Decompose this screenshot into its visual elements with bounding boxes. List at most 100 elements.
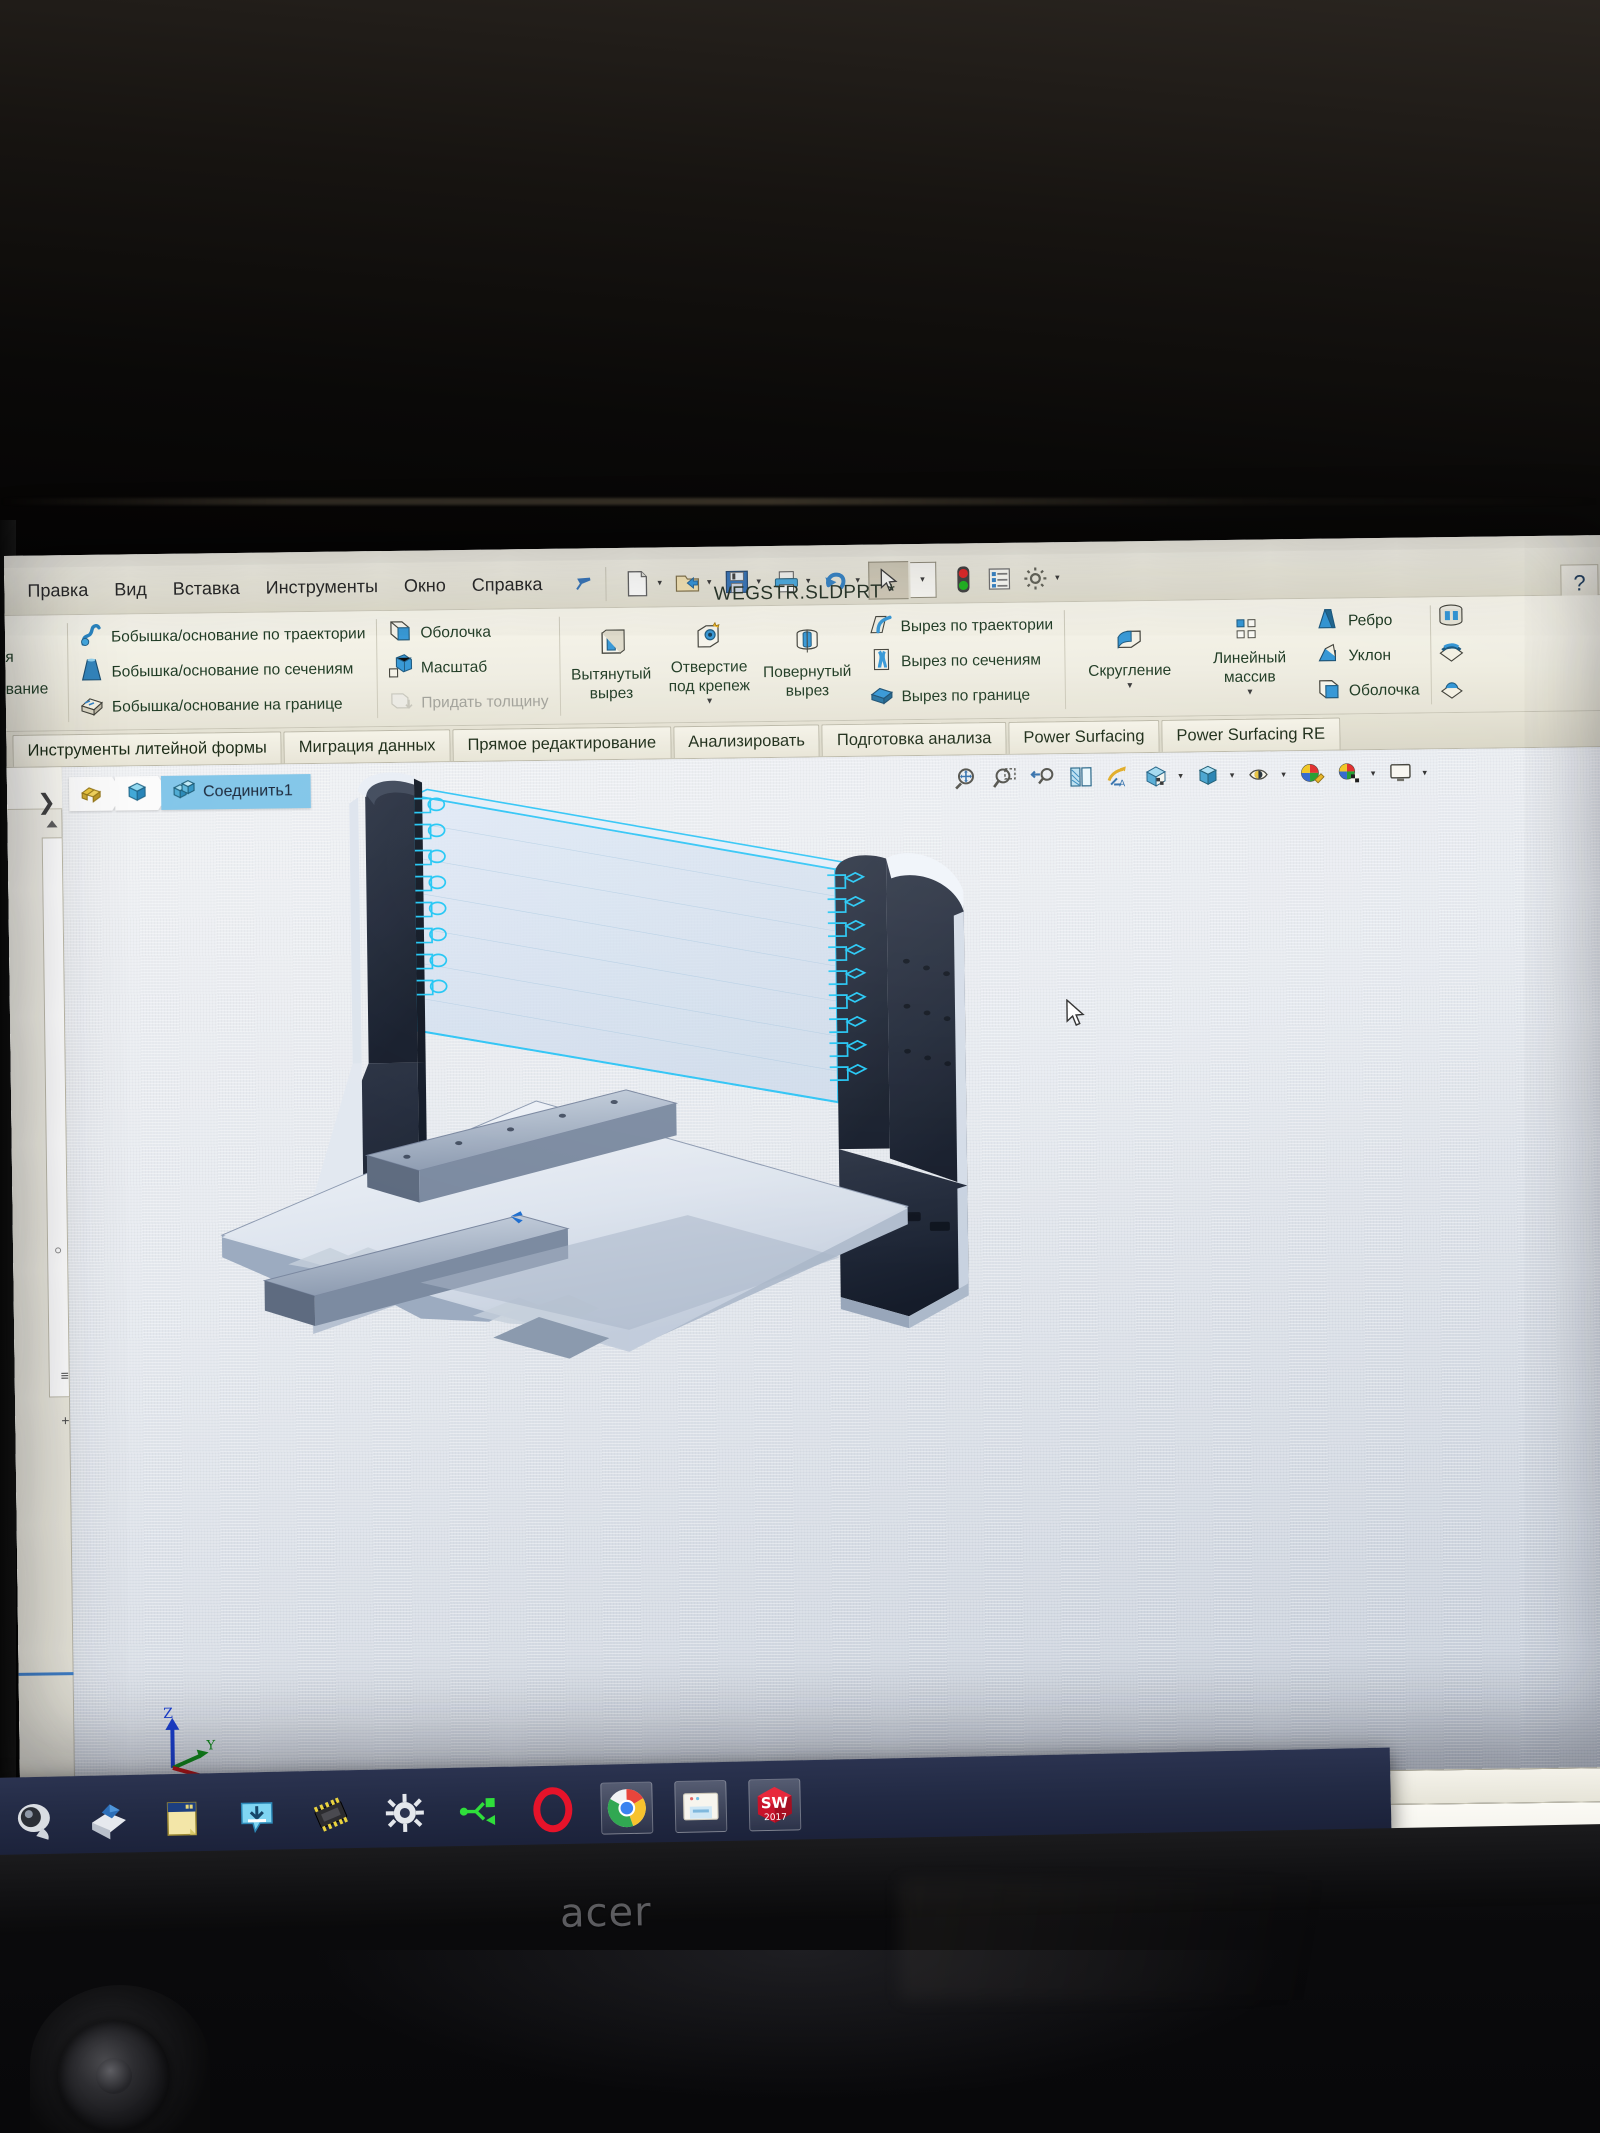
menu-item-window[interactable]: Окно [391,571,459,601]
mouse-cursor [1065,998,1087,1034]
monitor-stand-glow [300,1950,1300,2100]
shell-button[interactable]: Оболочка [382,615,553,650]
menu-item-view[interactable]: Вид [101,575,160,605]
draft-icon [1315,641,1341,672]
chevron-down-icon[interactable]: ▾ [1054,572,1066,583]
ribbon-label-line1: Отверстие [670,658,748,677]
tab-direct-editing[interactable]: Прямое редактирование [452,726,672,762]
opera-icon[interactable] [526,1783,579,1836]
boundary-boss-button[interactable]: Бобышка/основание на границе [74,687,372,724]
tab-analyze[interactable]: Анализировать [672,724,821,759]
scrollbar-thumb[interactable]: ≡ [61,1367,69,1383]
shell-button-2[interactable]: Оболочка [1311,673,1425,707]
draft-button[interactable]: Уклон [1310,638,1424,672]
lofted-cut-button[interactable]: Вырез по сечениям [863,643,1059,679]
ribbon-group-shell: Оболочка Масштаб Придать толщину [376,609,560,726]
wrap-icon[interactable] [1436,639,1466,670]
lofted-boss-button[interactable]: Бобышка/основание по сечениям [73,652,371,689]
list-options-icon[interactable] [982,561,1016,595]
ribbon-label: Ребро [1347,611,1393,629]
ribbon-label-line2: вырез [589,684,634,703]
ribbon-label: Вырез по сечениям [900,650,1042,670]
expand-panel-arrow-icon[interactable]: ❯ [37,789,56,815]
chevron-down-icon[interactable]: ▾ [755,576,767,587]
scale-icon [388,653,414,684]
hole-wizard-icon [693,621,725,657]
dark-room-background [0,0,1600,560]
shell-icon [387,618,413,649]
usb-icon[interactable] [452,1785,505,1838]
rib-icon [1315,606,1341,637]
chevron-down-icon[interactable]: ▾ [707,696,712,707]
ribbon-partial-label-1: я [5,648,14,666]
hole-wizard-button[interactable]: Отверстие под крепеж ▾ [662,619,755,709]
chevron-down-icon[interactable]: ▾ [805,575,817,586]
printer-tray-icon[interactable] [82,1793,135,1846]
menu-item-tools[interactable]: Инструменты [253,572,392,603]
gear-white-icon[interactable] [378,1786,431,1839]
ribbon-label: Оболочка [420,623,492,642]
lofted-cut-icon [868,646,894,677]
chevron-down-icon[interactable]: ▾ [706,577,718,588]
notepad-icon[interactable] [156,1791,209,1844]
tab-mold-tools[interactable]: Инструменты литейной формы [12,731,283,767]
panel-accent-line [18,1672,74,1676]
boundary-boss-icon [79,692,105,723]
undo-arrow-icon[interactable] [818,563,852,597]
traffic-light-icon[interactable] [946,562,980,596]
ribbon-label: Уклон [1348,646,1392,664]
tab-power-surfacing-re[interactable]: Power Surfacing RE [1161,717,1341,752]
scroll-up-icon[interactable] [43,817,60,829]
menu-item-edit[interactable]: Правка [14,576,101,606]
chrome-icon[interactable] [600,1781,654,1835]
chip-icon[interactable] [304,1788,357,1841]
ribbon-label: Масштаб [420,658,488,677]
linear-pattern-button[interactable]: Линейный массив ▾ [1194,614,1305,700]
ribbon-partial-label-2: вание [5,679,49,698]
rib-button[interactable]: Ребро [1310,603,1424,637]
chevron-down-icon[interactable]: ▾ [1247,687,1252,698]
ribbon-label-line2: под крепеж [668,677,751,696]
thicken-button[interactable]: Придать толщину [383,685,554,720]
chevron-down-icon[interactable]: ▾ [1127,680,1132,691]
speaker-dust-cap [96,2058,132,2094]
revolve-icon[interactable] [1435,603,1465,634]
menu-item-help[interactable]: Справка [459,570,556,600]
webcam-icon[interactable] [8,1794,61,1847]
select-tool-dropdown[interactable]: ▾ [909,561,937,598]
toolbar-divider [605,566,607,601]
boundary-cut-button[interactable]: Вырез по границе [863,678,1059,714]
extruded-cut-button[interactable]: Вытянутый вырез [565,626,658,704]
ribbon-group-features: Скругление ▾ Линейный массив ▾ Ребро Укл… [1064,597,1431,717]
printer-icon[interactable] [769,564,803,598]
swept-cut-button[interactable]: Вырез по траектории [862,608,1058,644]
cad-model-3d[interactable] [62,747,1600,1787]
chevron-down-icon[interactable]: ▾ [920,574,925,585]
scrollbar-handle[interactable]: + [61,1412,69,1428]
swept-boss-button[interactable]: Бобышка/основание по траектории [73,617,371,654]
file-explorer-icon[interactable] [674,1779,728,1834]
tab-data-migration[interactable]: Миграция данных [283,729,451,764]
revolved-cut-button[interactable]: Повернутый вырез [761,624,854,702]
menu-item-insert[interactable]: Вставка [160,574,253,604]
dome-icon[interactable] [1436,675,1466,706]
graphics-viewport[interactable]: Соединить1 A ▾ ▾ ▾ ▾ ▾ Z Y [61,747,1600,1788]
svg-text:Z: Z [163,1706,173,1722]
tab-power-surfacing[interactable]: Power Surfacing [1008,719,1160,754]
tab-analysis-prep[interactable]: Подготовка анализа [821,721,1007,757]
pushpin-icon[interactable] [563,566,597,602]
gear-icon[interactable] [1018,561,1052,595]
select-tool-button[interactable] [867,560,909,600]
download-balloon-icon[interactable] [230,1790,283,1843]
chevron-down-icon[interactable]: ▾ [854,575,866,586]
scale-button[interactable]: Масштаб [383,650,554,685]
new-document-icon[interactable] [620,566,654,600]
solidworks-2017-icon[interactable]: SW 2017 [748,1778,802,1832]
swept-cut-icon [867,611,893,642]
open-folder-icon[interactable] [670,565,704,599]
ribbon-group-boss-features: Бобышка/основание по траектории Бобышка/… [67,611,378,730]
floppy-save-icon[interactable] [719,565,753,599]
fillet-button[interactable]: Скругление ▾ [1070,624,1189,694]
chevron-down-icon[interactable]: ▾ [656,577,668,588]
ribbon-label-line1: Линейный [1212,649,1287,668]
